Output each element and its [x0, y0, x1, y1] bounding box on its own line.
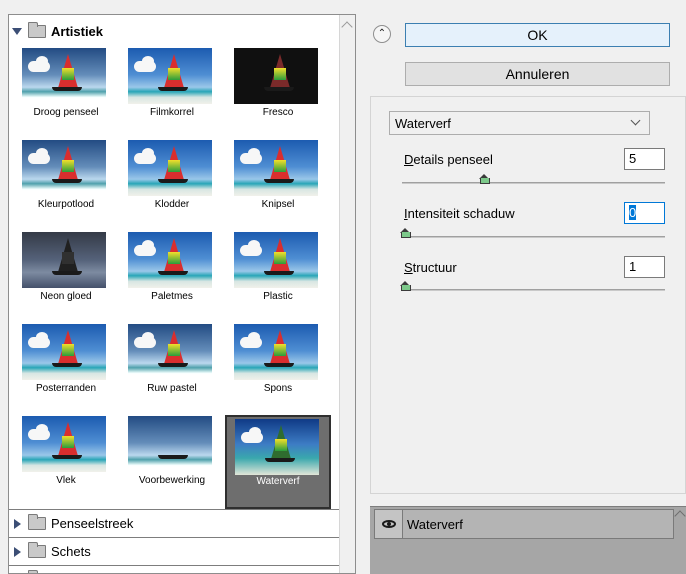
filter-thumbnail-voorbewerking[interactable]: Voorbewerking — [123, 413, 221, 503]
filter-preview-image — [128, 416, 212, 472]
filter-label: Knipsel — [261, 199, 295, 210]
filter-thumbnail-filmkorrel[interactable]: Filmkorrel — [123, 45, 221, 135]
filter-thumbnail-posterranden[interactable]: Posterranden — [17, 321, 115, 411]
intensiteit-schaduw-slider-thumb[interactable] — [400, 228, 411, 238]
filter-preview-image — [128, 48, 212, 104]
filter-label: Klodder — [154, 199, 190, 210]
filter-label: Posterranden — [35, 383, 97, 394]
filter-preview-image — [234, 232, 318, 288]
filter-thumbnail-ruw-pastel[interactable]: Ruw pastel — [123, 321, 221, 411]
filter-preview-image — [234, 140, 318, 196]
param-label-structuur: Structuur — [404, 260, 457, 275]
expand-triangle-icon[interactable] — [9, 27, 25, 35]
double-chevron-up-icon: ⌃ — [377, 28, 387, 39]
filter-preview-image — [128, 324, 212, 380]
filter-label: Kleurpotlood — [37, 199, 95, 210]
eye-icon — [381, 520, 396, 528]
gallery-scrollbar[interactable] — [339, 15, 355, 573]
effect-layer-name: Waterverf — [407, 516, 463, 532]
collapse-gallery-button[interactable]: ⌃ — [373, 25, 391, 43]
filter-preview-image — [128, 140, 212, 196]
structuur-field[interactable]: 1 — [624, 256, 665, 278]
filter-thumbnail-klodder[interactable]: Klodder — [123, 137, 221, 227]
filter-thumbnail-plastic[interactable]: Plastic — [229, 229, 327, 319]
details-penseel-slider-track[interactable] — [402, 182, 665, 184]
folder-icon — [28, 542, 46, 558]
folder-icon — [28, 21, 46, 38]
filter-thumbnail-knipsel[interactable]: Knipsel — [229, 137, 327, 227]
filter-preview-image — [22, 324, 106, 380]
filter-select-value: Waterverf — [395, 115, 451, 131]
expand-triangle-icon[interactable] — [9, 546, 25, 557]
filter-label: Vlek — [56, 475, 76, 486]
folder-next[interactable] — [9, 565, 339, 573]
filter-thumbnail-kleurpotlood[interactable]: Kleurpotlood — [17, 137, 115, 227]
scroll-up-arrow-icon[interactable] — [341, 21, 353, 33]
effect-layer-row[interactable]: Waterverf — [374, 509, 674, 539]
folder-penseelstreek[interactable]: Penseelstreek — [9, 509, 339, 537]
details-penseel-slider-thumb[interactable] — [478, 174, 490, 184]
ok-button[interactable]: OK — [405, 23, 670, 47]
param-label-details-penseel: Details penseel — [404, 152, 493, 167]
intensiteit-schaduw-slider-track[interactable] — [402, 236, 665, 238]
folder-icon — [28, 514, 46, 530]
filter-label: Paletmes — [151, 291, 193, 302]
filter-thumbnail-spons[interactable]: Spons — [229, 321, 327, 411]
filter-label: Waterverf — [256, 476, 300, 487]
folder-label: Penseelstreek — [51, 516, 134, 531]
filter-label: Neon gloed — [40, 291, 92, 302]
param-label-intensiteit-schaduw: Intensiteit schaduw — [404, 206, 515, 221]
filter-preview-image — [234, 324, 318, 380]
filter-thumbnail-waterverf[interactable]: Waterverf — [225, 415, 331, 509]
filter-label: Filmkorrel — [150, 107, 194, 118]
chevron-down-icon — [630, 115, 641, 126]
folder-label: Artistiek — [51, 23, 104, 39]
visibility-toggle[interactable] — [375, 510, 403, 538]
filter-thumbnail-paletmes[interactable]: Paletmes — [123, 229, 221, 319]
filter-label: Ruw pastel — [147, 383, 197, 394]
expand-triangle-icon[interactable] — [9, 518, 25, 529]
filter-thumbnail-droog-penseel[interactable]: Droog penseel — [17, 45, 115, 135]
filter-gallery: Artistiek Droog penseel Filmkorrel Fresc… — [8, 14, 356, 574]
filter-select[interactable]: Waterverf — [389, 111, 650, 135]
filter-label: Voorbewerking — [138, 475, 206, 486]
filter-preview-image — [235, 419, 319, 475]
filter-thumbnail-fresco[interactable]: Fresco — [229, 45, 327, 135]
filter-label: Fresco — [262, 107, 294, 118]
filter-label: Plastic — [263, 291, 293, 302]
filter-thumbnail-neon-gloed[interactable]: Neon gloed — [17, 229, 115, 319]
filter-thumbnail-vlek[interactable]: Vlek — [17, 413, 115, 503]
folder-artistiek[interactable]: Artistiek — [9, 19, 339, 43]
filter-label: Spons — [263, 383, 293, 394]
filter-label: Droog penseel — [33, 107, 99, 118]
cancel-button[interactable]: Annuleren — [405, 62, 670, 86]
filter-preview-image — [22, 48, 106, 104]
filter-preview-image — [234, 48, 318, 104]
details-penseel-field[interactable]: 5 — [624, 148, 665, 170]
filter-preview-image — [22, 140, 106, 196]
folder-label: Schets — [51, 544, 91, 559]
filter-preview-image — [22, 416, 106, 472]
filter-preview-image — [22, 232, 106, 288]
filter-preview-image — [128, 232, 212, 288]
structuur-slider-track[interactable] — [402, 289, 665, 291]
folder-schets[interactable]: Schets — [9, 537, 339, 565]
structuur-slider-thumb[interactable] — [400, 281, 411, 291]
intensiteit-schaduw-field[interactable]: 0 — [624, 202, 665, 224]
